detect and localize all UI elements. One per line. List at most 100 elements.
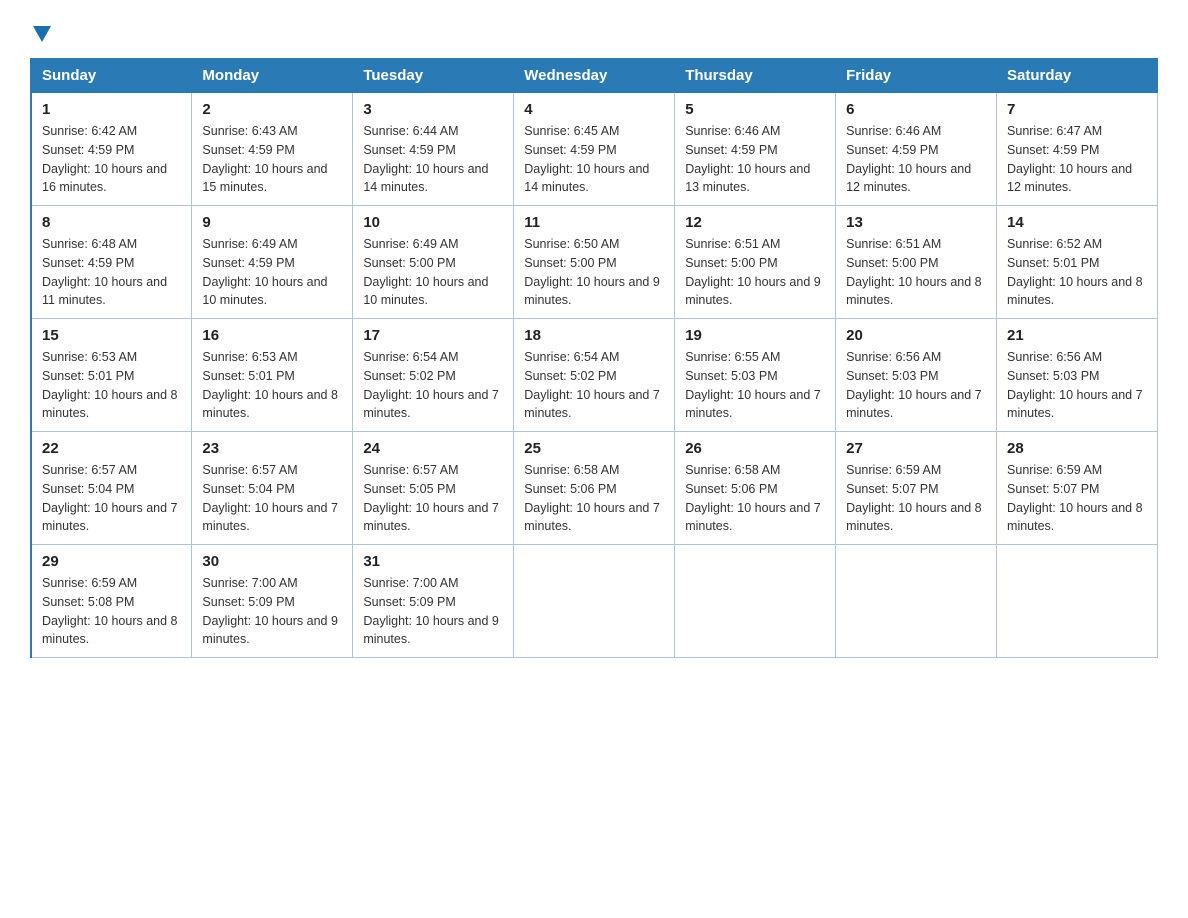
day-info: Sunrise: 6:57 AMSunset: 5:05 PMDaylight:… — [363, 461, 503, 536]
header-cell-sunday: Sunday — [31, 59, 192, 93]
day-info: Sunrise: 6:53 AMSunset: 5:01 PMDaylight:… — [202, 348, 342, 423]
calendar-cell: 21 Sunrise: 6:56 AMSunset: 5:03 PMDayligh… — [997, 319, 1158, 432]
day-number: 27 — [846, 440, 986, 457]
week-row-2: 8 Sunrise: 6:48 AMSunset: 4:59 PMDaylight… — [31, 206, 1158, 319]
calendar-cell: 2Sunrise: 6:43 AMSunset: 4:59 PMDaylight… — [192, 93, 353, 206]
calendar-cell: 25 Sunrise: 6:58 AMSunset: 5:06 PMDayligh… — [514, 432, 675, 545]
calendar-cell: 17 Sunrise: 6:54 AMSunset: 5:02 PMDayligh… — [353, 319, 514, 432]
week-row-5: 29 Sunrise: 6:59 AMSunset: 5:08 PMDayligh… — [31, 545, 1158, 658]
calendar-cell — [836, 545, 997, 658]
calendar-cell: 15 Sunrise: 6:53 AMSunset: 5:01 PMDayligh… — [31, 319, 192, 432]
calendar-cell — [997, 545, 1158, 658]
header-cell-saturday: Saturday — [997, 59, 1158, 93]
calendar-cell: 5Sunrise: 6:46 AMSunset: 4:59 PMDaylight… — [675, 93, 836, 206]
day-number: 21 — [1007, 327, 1147, 344]
day-info: Sunrise: 6:43 AMSunset: 4:59 PMDaylight:… — [202, 122, 342, 197]
day-info: Sunrise: 6:54 AMSunset: 5:02 PMDaylight:… — [524, 348, 664, 423]
day-info: Sunrise: 6:59 AMSunset: 5:07 PMDaylight:… — [846, 461, 986, 536]
day-info: Sunrise: 6:45 AMSunset: 4:59 PMDaylight:… — [524, 122, 664, 197]
day-number: 9 — [202, 214, 342, 231]
day-info: Sunrise: 6:51 AMSunset: 5:00 PMDaylight:… — [685, 235, 825, 310]
day-number: 6 — [846, 101, 986, 118]
day-number: 10 — [363, 214, 503, 231]
week-row-4: 22Sunrise: 6:57 AMSunset: 5:04 PMDayligh… — [31, 432, 1158, 545]
calendar-cell: 29 Sunrise: 6:59 AMSunset: 5:08 PMDayligh… — [31, 545, 192, 658]
page-header — [30, 20, 1158, 38]
week-row-3: 15 Sunrise: 6:53 AMSunset: 5:01 PMDayligh… — [31, 319, 1158, 432]
day-number: 12 — [685, 214, 825, 231]
calendar-cell: 16 Sunrise: 6:53 AMSunset: 5:01 PMDayligh… — [192, 319, 353, 432]
calendar-cell: 27 Sunrise: 6:59 AMSunset: 5:07 PMDayligh… — [836, 432, 997, 545]
calendar-cell: 8 Sunrise: 6:48 AMSunset: 4:59 PMDaylight… — [31, 206, 192, 319]
day-info: Sunrise: 6:46 AMSunset: 4:59 PMDaylight:… — [846, 122, 986, 197]
header-cell-tuesday: Tuesday — [353, 59, 514, 93]
header-cell-monday: Monday — [192, 59, 353, 93]
day-number: 25 — [524, 440, 664, 457]
day-info: Sunrise: 6:56 AMSunset: 5:03 PMDaylight:… — [1007, 348, 1147, 423]
day-number: 17 — [363, 327, 503, 344]
day-info: Sunrise: 7:00 AMSunset: 5:09 PMDaylight:… — [363, 574, 503, 649]
calendar-cell: 26Sunrise: 6:58 AMSunset: 5:06 PMDayligh… — [675, 432, 836, 545]
calendar-cell — [514, 545, 675, 658]
calendar-cell: 24 Sunrise: 6:57 AMSunset: 5:05 PMDayligh… — [353, 432, 514, 545]
day-number: 11 — [524, 214, 664, 231]
calendar-cell: 11 Sunrise: 6:50 AMSunset: 5:00 PMDayligh… — [514, 206, 675, 319]
day-number: 1 — [42, 101, 181, 118]
day-info: Sunrise: 6:50 AMSunset: 5:00 PMDaylight:… — [524, 235, 664, 310]
calendar-cell: 18 Sunrise: 6:54 AMSunset: 5:02 PMDayligh… — [514, 319, 675, 432]
logo-triangle-icon — [33, 26, 51, 42]
header-cell-thursday: Thursday — [675, 59, 836, 93]
day-number: 18 — [524, 327, 664, 344]
day-info: Sunrise: 6:52 AMSunset: 5:01 PMDaylight:… — [1007, 235, 1147, 310]
day-info: Sunrise: 6:54 AMSunset: 5:02 PMDaylight:… — [363, 348, 503, 423]
day-number: 15 — [42, 327, 181, 344]
calendar-cell — [675, 545, 836, 658]
day-number: 7 — [1007, 101, 1147, 118]
day-number: 20 — [846, 327, 986, 344]
day-info: Sunrise: 6:59 AMSunset: 5:08 PMDaylight:… — [42, 574, 181, 649]
day-number: 14 — [1007, 214, 1147, 231]
day-info: Sunrise: 6:57 AMSunset: 5:04 PMDaylight:… — [42, 461, 181, 536]
day-number: 24 — [363, 440, 503, 457]
day-number: 28 — [1007, 440, 1147, 457]
day-number: 19 — [685, 327, 825, 344]
day-number: 29 — [42, 553, 181, 570]
day-info: Sunrise: 6:49 AMSunset: 5:00 PMDaylight:… — [363, 235, 503, 310]
day-info: Sunrise: 6:56 AMSunset: 5:03 PMDaylight:… — [846, 348, 986, 423]
calendar-cell: 23Sunrise: 6:57 AMSunset: 5:04 PMDayligh… — [192, 432, 353, 545]
calendar-cell: 7 Sunrise: 6:47 AMSunset: 4:59 PMDaylight… — [997, 93, 1158, 206]
calendar-cell: 30Sunrise: 7:00 AMSunset: 5:09 PMDayligh… — [192, 545, 353, 658]
calendar-table: SundayMondayTuesdayWednesdayThursdayFrid… — [30, 58, 1158, 658]
calendar-cell: 28Sunrise: 6:59 AMSunset: 5:07 PMDayligh… — [997, 432, 1158, 545]
calendar-cell: 19Sunrise: 6:55 AMSunset: 5:03 PMDayligh… — [675, 319, 836, 432]
calendar-body: 1 Sunrise: 6:42 AMSunset: 4:59 PMDaylight… — [31, 93, 1158, 658]
day-number: 13 — [846, 214, 986, 231]
calendar-cell: 3Sunrise: 6:44 AMSunset: 4:59 PMDaylight… — [353, 93, 514, 206]
day-number: 4 — [524, 101, 664, 118]
day-info: Sunrise: 6:49 AMSunset: 4:59 PMDaylight:… — [202, 235, 342, 310]
calendar-cell: 9 Sunrise: 6:49 AMSunset: 4:59 PMDaylight… — [192, 206, 353, 319]
calendar-cell: 4 Sunrise: 6:45 AMSunset: 4:59 PMDaylight… — [514, 93, 675, 206]
day-info: Sunrise: 6:58 AMSunset: 5:06 PMDaylight:… — [524, 461, 664, 536]
day-info: Sunrise: 6:48 AMSunset: 4:59 PMDaylight:… — [42, 235, 181, 310]
calendar-cell: 10 Sunrise: 6:49 AMSunset: 5:00 PMDayligh… — [353, 206, 514, 319]
day-number: 8 — [42, 214, 181, 231]
calendar-cell: 13 Sunrise: 6:51 AMSunset: 5:00 PMDayligh… — [836, 206, 997, 319]
calendar-cell: 6 Sunrise: 6:46 AMSunset: 4:59 PMDaylight… — [836, 93, 997, 206]
logo — [30, 20, 51, 38]
day-number: 3 — [363, 101, 503, 118]
header-cell-wednesday: Wednesday — [514, 59, 675, 93]
day-info: Sunrise: 7:00 AMSunset: 5:09 PMDaylight:… — [202, 574, 342, 649]
day-number: 5 — [685, 101, 825, 118]
day-info: Sunrise: 6:47 AMSunset: 4:59 PMDaylight:… — [1007, 122, 1147, 197]
day-number: 23 — [202, 440, 342, 457]
header-row: SundayMondayTuesdayWednesdayThursdayFrid… — [31, 59, 1158, 93]
day-info: Sunrise: 6:51 AMSunset: 5:00 PMDaylight:… — [846, 235, 986, 310]
day-number: 16 — [202, 327, 342, 344]
day-number: 26 — [685, 440, 825, 457]
header-cell-friday: Friday — [836, 59, 997, 93]
calendar-cell: 31Sunrise: 7:00 AMSunset: 5:09 PMDayligh… — [353, 545, 514, 658]
day-info: Sunrise: 6:42 AMSunset: 4:59 PMDaylight:… — [42, 122, 181, 197]
day-info: Sunrise: 6:53 AMSunset: 5:01 PMDaylight:… — [42, 348, 181, 423]
week-row-1: 1 Sunrise: 6:42 AMSunset: 4:59 PMDaylight… — [31, 93, 1158, 206]
